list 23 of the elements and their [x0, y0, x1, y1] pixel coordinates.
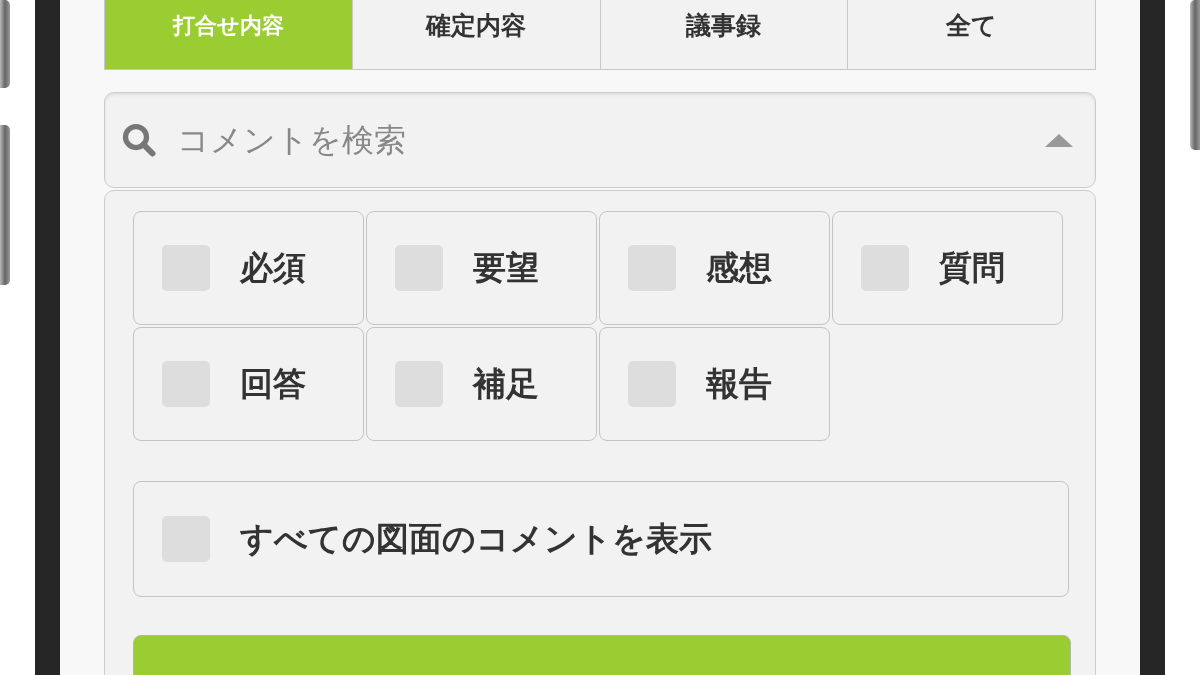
search-icon [121, 122, 157, 158]
option-label: 必須 [240, 246, 306, 289]
category-option[interactable]: 回答 [133, 327, 364, 441]
category-option[interactable]: 報告 [599, 327, 830, 441]
category-option[interactable]: 質問 [832, 211, 1063, 325]
option-label: 感想 [706, 246, 772, 289]
option-label: 要望 [473, 246, 539, 289]
search-field[interactable]: コメントを検索 [104, 92, 1096, 188]
option-label: 回答 [240, 362, 306, 405]
tab[interactable]: 確定内容 [351, 0, 600, 69]
tab[interactable]: 全て [847, 0, 1095, 69]
category-option[interactable]: 感想 [599, 211, 830, 325]
tab[interactable]: 議事録 [599, 0, 848, 69]
show-all-option[interactable]: すべての図面のコメントを表示 [133, 481, 1069, 597]
caret-icon[interactable] [1043, 132, 1075, 148]
category-option[interactable]: 要望 [366, 211, 597, 325]
option-label: 報告 [706, 362, 772, 405]
category-option[interactable]: 必須 [133, 211, 364, 325]
option-label: 質問 [939, 246, 1005, 289]
option-label: すべての図面のコメントを表示 [240, 517, 712, 560]
search-input[interactable]: コメントを検索 [175, 120, 1043, 160]
category-option[interactable]: 補足 [366, 327, 597, 441]
option-label: 補足 [473, 362, 539, 405]
